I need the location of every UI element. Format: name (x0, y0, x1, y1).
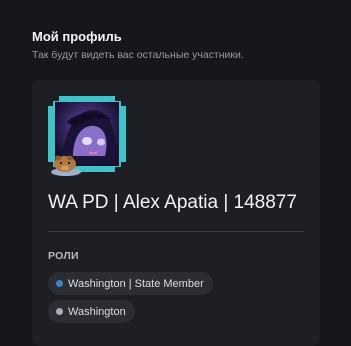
profile-display-name: WA PD | Alex Apatia | 148877 (48, 192, 297, 213)
role-pill-state-member[interactable]: Washington | State Member (48, 272, 213, 295)
page-title: Мой профиль (32, 29, 122, 44)
role-color-dot (56, 308, 63, 315)
profile-preview-card: WA PD | Alex Apatia | 148877 РОЛИ Washin… (32, 80, 320, 346)
role-pill-washington[interactable]: Washington (48, 300, 135, 323)
roles-heading: РОЛИ (48, 250, 79, 262)
role-label: Washington | State Member (68, 277, 204, 290)
profile-settings-page: Мой профиль Так будут видеть вас остальн… (0, 0, 351, 346)
avatar[interactable] (43, 92, 131, 180)
role-color-dot (56, 280, 63, 287)
role-label: Washington (68, 305, 126, 318)
page-subtitle: Так будут видеть вас остальные участники… (32, 49, 244, 61)
divider (48, 231, 304, 232)
